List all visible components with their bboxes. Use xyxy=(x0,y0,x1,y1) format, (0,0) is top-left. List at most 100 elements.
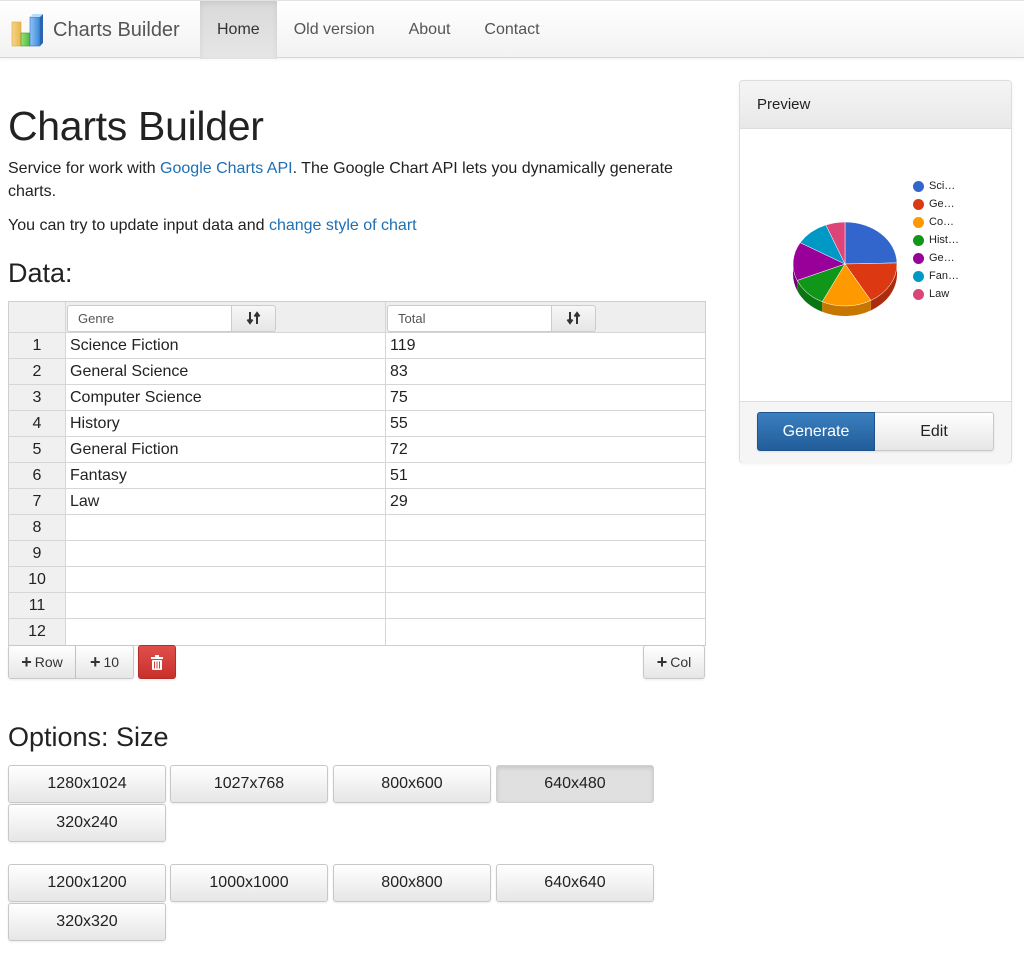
genre-cell[interactable] xyxy=(66,567,386,592)
data-section-title: Data: xyxy=(8,258,73,288)
total-cell[interactable] xyxy=(386,541,705,566)
table-row: 9 xyxy=(9,541,705,567)
trash-icon xyxy=(151,654,163,670)
genre-cell[interactable]: Law xyxy=(66,489,386,514)
genre-cell[interactable] xyxy=(66,515,386,540)
table-header-row xyxy=(9,302,705,333)
size-option-button[interactable]: 800x800 xyxy=(333,864,491,902)
navbar: Charts Builder Home Old version About Co… xyxy=(0,0,1024,59)
genre-cell[interactable]: Computer Science xyxy=(66,385,386,410)
edit-button[interactable]: Edit xyxy=(875,412,994,451)
total-cell[interactable] xyxy=(386,515,705,540)
size-option-button[interactable]: 800x600 xyxy=(333,765,491,803)
genre-cell[interactable]: Fantasy xyxy=(66,463,386,488)
column-name-input-total[interactable] xyxy=(387,304,552,332)
plus-icon: + xyxy=(89,652,101,672)
column-header-group xyxy=(67,304,276,332)
size-option-button[interactable]: 320x240 xyxy=(8,804,166,842)
legend-swatch xyxy=(913,288,924,300)
chart-legend: Sci… Ge… Co… Hist… Ge… Fan… Law xyxy=(913,177,959,303)
legend-item[interactable]: Fan… xyxy=(913,267,959,285)
total-cell[interactable]: 119 xyxy=(386,333,705,358)
table-row: 4 History 55 xyxy=(9,411,705,437)
total-cell[interactable]: 75 xyxy=(386,385,705,410)
size-option-button[interactable]: 1000x1000 xyxy=(170,864,328,902)
add-ten-label: 10 xyxy=(103,654,120,670)
genre-cell[interactable]: Science Fiction xyxy=(66,333,386,358)
total-cell[interactable] xyxy=(386,567,705,592)
size-option-button[interactable]: 640x640 xyxy=(496,864,654,902)
add-column-button[interactable]: + Col xyxy=(643,645,705,679)
sort-button-genre[interactable] xyxy=(232,304,276,332)
legend-label: Sci… xyxy=(929,180,956,192)
preview-panel: Preview Sci… Ge… Co… Hist… Ge… Fan… Law Genera… xyxy=(739,80,1012,463)
genre-cell[interactable]: History xyxy=(66,411,386,436)
column-header-total xyxy=(386,302,705,332)
row-index: 9 xyxy=(9,541,66,566)
preview-chart-area: Sci… Ge… Co… Hist… Ge… Fan… Law xyxy=(740,129,1011,401)
nav-old-version[interactable]: Old version xyxy=(277,1,392,59)
legend-swatch xyxy=(913,180,924,192)
size-option-button[interactable]: 1200x1200 xyxy=(8,864,166,902)
legend-item[interactable]: Co… xyxy=(913,213,959,231)
sort-icon xyxy=(566,311,580,325)
change-style-link[interactable]: change style of chart xyxy=(269,217,417,234)
row-index: 4 xyxy=(9,411,66,436)
total-cell[interactable]: 29 xyxy=(386,489,705,514)
column-header-genre xyxy=(66,302,386,332)
intro-text: Service for work with Google Charts API.… xyxy=(8,157,708,203)
column-name-input-genre[interactable] xyxy=(67,304,232,332)
genre-cell[interactable] xyxy=(66,593,386,618)
total-cell[interactable] xyxy=(386,619,705,645)
brand-name: Charts Builder xyxy=(53,18,180,41)
legend-item[interactable]: Hist… xyxy=(913,231,959,249)
add-row-button[interactable]: + Row xyxy=(8,645,76,679)
sort-button-total[interactable] xyxy=(552,304,596,332)
genre-cell[interactable] xyxy=(66,541,386,566)
google-charts-api-link[interactable]: Google Charts API xyxy=(160,160,293,177)
total-cell[interactable]: 51 xyxy=(386,463,705,488)
row-index: 10 xyxy=(9,567,66,592)
update-text: You can try to update input data and cha… xyxy=(8,214,708,237)
genre-cell[interactable]: General Fiction xyxy=(66,437,386,462)
pie-slice[interactable] xyxy=(844,221,898,265)
main-nav: Home Old version About Contact xyxy=(200,1,557,59)
legend-item[interactable]: Law xyxy=(913,285,959,303)
brand-link[interactable]: Charts Builder xyxy=(10,1,180,59)
legend-swatch xyxy=(913,234,924,246)
legend-item[interactable]: Ge… xyxy=(913,249,959,267)
table-row: 2 General Science 83 xyxy=(9,359,705,385)
total-cell[interactable] xyxy=(386,593,705,618)
genre-cell[interactable] xyxy=(66,619,386,645)
table-row: 12 xyxy=(9,619,705,645)
nav-home[interactable]: Home xyxy=(200,1,277,59)
legend-item[interactable]: Ge… xyxy=(913,195,959,213)
table-actions: + Row + 10 xyxy=(8,645,176,679)
row-index: 11 xyxy=(9,593,66,618)
generate-button[interactable]: Generate xyxy=(757,412,875,451)
corner-cell xyxy=(9,302,66,332)
size-option-button[interactable]: 1280x1024 xyxy=(8,765,166,803)
data-table: 1 Science Fiction 119 2 General Science … xyxy=(8,301,706,646)
table-row: 3 Computer Science 75 xyxy=(9,385,705,411)
row-index: 12 xyxy=(9,619,66,645)
legend-item[interactable]: Sci… xyxy=(913,177,959,195)
table-row: 8 xyxy=(9,515,705,541)
size-option-button[interactable]: 1027x768 xyxy=(170,765,328,803)
size-option-button-selected[interactable]: 640x480 xyxy=(496,765,654,803)
nav-about[interactable]: About xyxy=(392,1,468,59)
add-column-label: Col xyxy=(670,654,692,670)
total-cell[interactable]: 72 xyxy=(386,437,705,462)
table-row: 11 xyxy=(9,593,705,619)
page-title: Charts Builder xyxy=(8,103,264,149)
total-cell[interactable]: 55 xyxy=(386,411,705,436)
total-cell[interactable]: 83 xyxy=(386,359,705,384)
options-title: Options: Size xyxy=(8,722,169,752)
preview-header: Preview xyxy=(740,81,1011,129)
delete-button[interactable] xyxy=(138,645,176,679)
size-option-button[interactable]: 320x320 xyxy=(8,903,166,941)
genre-cell[interactable]: General Science xyxy=(66,359,386,384)
add-ten-rows-button[interactable]: + 10 xyxy=(76,645,134,679)
nav-contact[interactable]: Contact xyxy=(467,1,556,59)
legend-label: Fan… xyxy=(929,270,959,282)
